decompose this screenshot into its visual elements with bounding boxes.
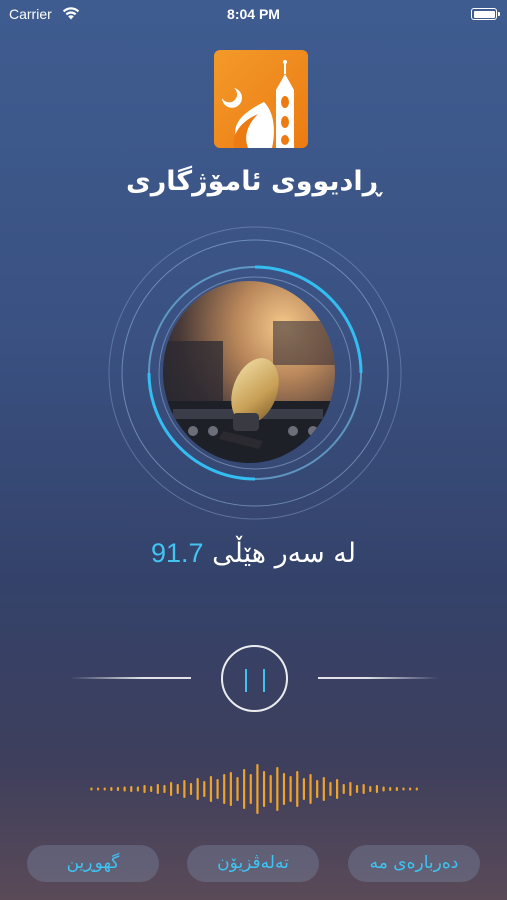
microphone-artwork: [163, 281, 335, 463]
waveform-bar: [136, 786, 139, 792]
waveform-bar: [349, 782, 352, 796]
frequency-display: 91.7 لە سەر هێڵی: [0, 538, 507, 569]
waveform-bar: [375, 785, 379, 793]
waveform-bar: [316, 780, 319, 798]
waveform-bar: [389, 787, 392, 791]
waveform-bar: [322, 777, 325, 801]
waveform-bar: [402, 787, 405, 791]
progress-line-right: [318, 677, 439, 679]
tv-button[interactable]: تەلەڤزیۆن: [187, 845, 319, 882]
waveform-bar: [262, 771, 266, 807]
frequency-label: لە سەر هێڵی: [212, 538, 356, 569]
waveform-bar: [276, 767, 279, 811]
waveform-bar: [369, 786, 372, 792]
waveform-bar: [395, 787, 398, 791]
pause-icon: [263, 669, 265, 692]
pause-button[interactable]: [221, 645, 288, 712]
waveform-bar: [342, 784, 345, 794]
waveform-bar: [415, 787, 418, 791]
waveform-bar: [329, 782, 332, 796]
waveform-bar: [176, 784, 179, 794]
waveform-bar: [150, 786, 153, 792]
waveform-bar: [96, 787, 100, 791]
waveform-bar: [103, 787, 106, 791]
waveform-bar: [296, 771, 299, 807]
waveform-bar: [382, 786, 385, 792]
waveform-bar: [156, 784, 159, 794]
waveform-bar: [249, 774, 252, 804]
waveform-bar: [236, 777, 239, 801]
waveform-bar: [116, 787, 120, 791]
waveform-bar: [183, 780, 186, 798]
waveform-bar: [409, 787, 412, 791]
app-title: ڕادیووی ئامۆژگاری: [125, 166, 382, 197]
audio-waveform: [90, 764, 418, 814]
change-button[interactable]: گهوڕین: [27, 845, 159, 882]
waveform-bar: [203, 781, 206, 797]
waveform-bar: [143, 785, 146, 793]
waveform-bar: [163, 785, 166, 793]
waveform-bar: [309, 774, 312, 804]
mosque-logo-icon: [214, 50, 308, 148]
status-bar: Carrier 8:04 PM: [0, 0, 507, 30]
waveform-bar: [216, 779, 219, 799]
waveform-bar: [302, 778, 305, 800]
waveform-bar: [123, 786, 126, 792]
waveform-bar: [189, 783, 193, 795]
waveform-bar: [223, 774, 226, 804]
progress-line-left: [70, 677, 191, 679]
waveform-bar: [243, 769, 246, 809]
waveform-bar: [336, 779, 339, 799]
pause-icon: [245, 669, 247, 692]
waveform-bar: [269, 775, 272, 803]
waveform-bar: [110, 787, 113, 791]
frequency-value: 91.7: [151, 538, 204, 568]
waveform-bar: [170, 782, 173, 796]
clock: 8:04 PM: [227, 6, 280, 22]
waveform-bar: [256, 764, 259, 814]
waveform-bar: [362, 784, 365, 794]
waveform-bar: [130, 786, 133, 792]
waveform-bar: [209, 776, 213, 802]
waveform-bar: [355, 785, 359, 793]
waveform-bar: [282, 773, 286, 805]
about-button[interactable]: دەربارەی مە: [348, 845, 480, 882]
waveform-bar: [229, 772, 232, 806]
battery-icon: [471, 8, 500, 20]
waveform-bar: [90, 787, 93, 791]
waveform-bar: [289, 776, 292, 802]
waveform-bar: [196, 778, 199, 800]
